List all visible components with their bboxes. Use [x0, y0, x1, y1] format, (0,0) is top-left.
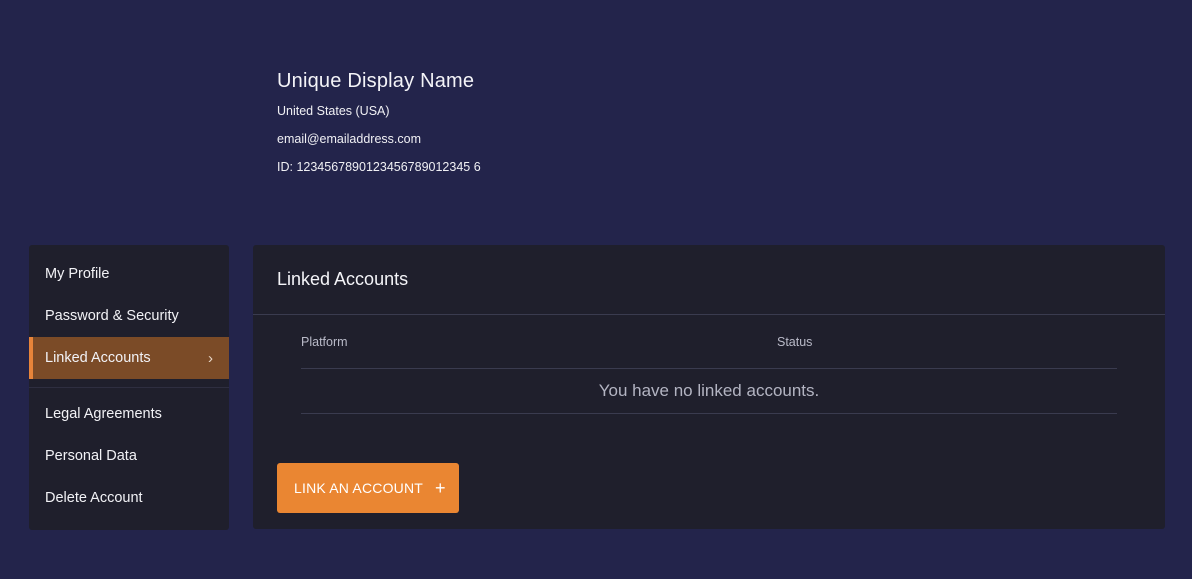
- country-text: United States (USA): [277, 104, 390, 118]
- table-header: Platform Status: [301, 333, 1117, 369]
- sidebar-item-label: My Profile: [45, 266, 110, 282]
- panel-title: Linked Accounts: [253, 245, 1165, 315]
- sidebar-item-label: Personal Data: [45, 448, 137, 464]
- sidebar-divider: [29, 387, 229, 388]
- link-account-label: LINK AN ACCOUNT: [294, 480, 424, 496]
- link-account-button[interactable]: LINK AN ACCOUNT +: [277, 463, 459, 513]
- column-header-status: Status: [777, 335, 813, 349]
- sidebar-item-label: Password & Security: [45, 308, 179, 324]
- empty-state-message: You have no linked accounts.: [301, 369, 1117, 414]
- linked-accounts-panel: Linked Accounts Platform Status You have…: [253, 245, 1165, 529]
- sidebar-item-delete-account[interactable]: Delete Account: [29, 477, 229, 519]
- sidebar-item-label: Linked Accounts: [45, 350, 151, 366]
- sidebar-item-legal-agreements[interactable]: Legal Agreements: [29, 393, 229, 435]
- profile-header: Unique Display Name United States (USA) …: [277, 70, 481, 187]
- display-name: Unique Display Name: [277, 70, 475, 92]
- column-header-platform: Platform: [301, 335, 348, 349]
- sidebar-item-password-security[interactable]: Password & Security: [29, 295, 229, 337]
- account-page: Unique Display Name United States (USA) …: [0, 0, 1192, 579]
- sidebar-item-personal-data[interactable]: Personal Data: [29, 435, 229, 477]
- sidebar-item-linked-accounts[interactable]: Linked Accounts ›: [29, 337, 229, 379]
- account-id-text: ID: 1234567890123456789012345 6: [277, 160, 481, 174]
- sidebar-item-label: Delete Account: [45, 490, 143, 506]
- email-text: email@emailaddress.com: [277, 132, 421, 146]
- settings-sidebar: My Profile Password & Security Linked Ac…: [29, 245, 229, 530]
- sidebar-item-my-profile[interactable]: My Profile: [29, 253, 229, 295]
- sidebar-item-label: Legal Agreements: [45, 406, 162, 422]
- plus-icon: +: [435, 478, 446, 498]
- linked-accounts-table: Platform Status You have no linked accou…: [301, 333, 1117, 414]
- chevron-right-icon: ›: [208, 349, 213, 367]
